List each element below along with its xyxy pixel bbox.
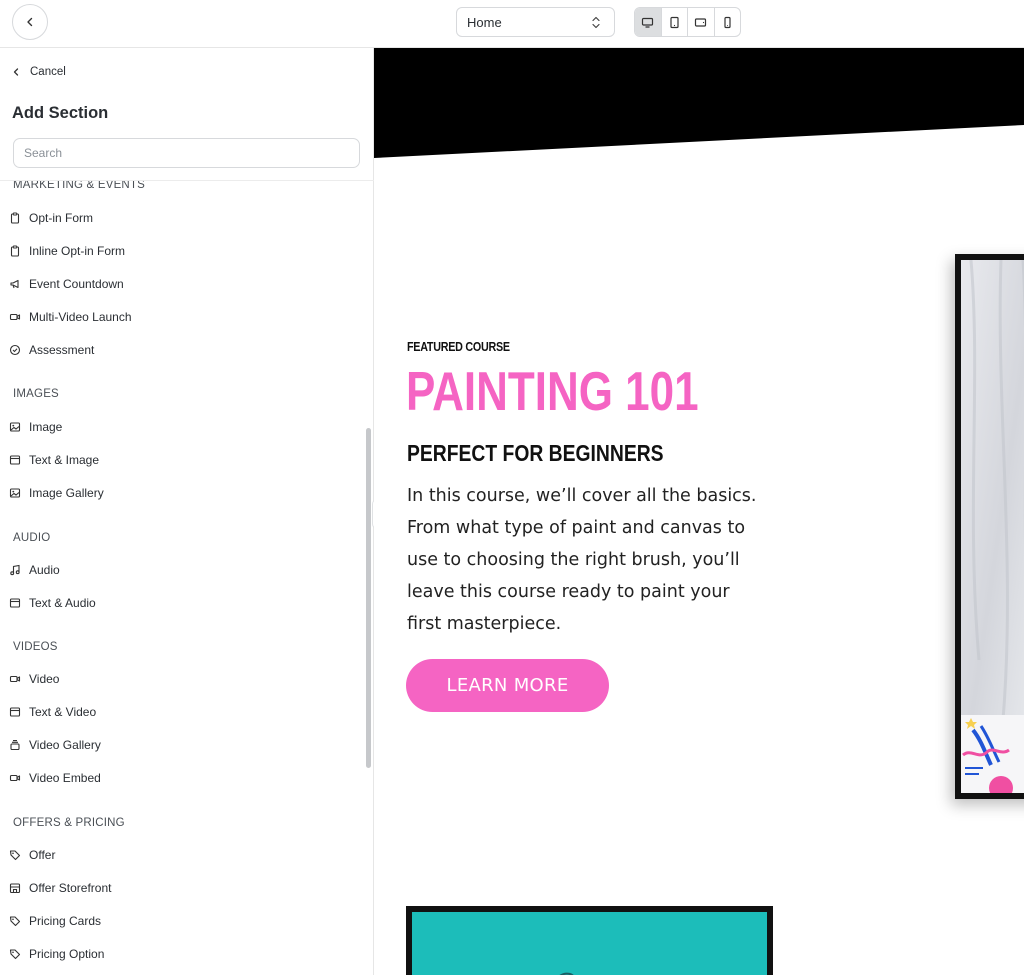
section-item[interactable]: Text & Video xyxy=(9,702,96,722)
image-icon xyxy=(9,487,21,499)
video-camera-icon xyxy=(9,311,21,323)
clipboard-icon xyxy=(9,212,21,224)
description-line: From what type of paint and canvas to xyxy=(407,518,746,538)
section-item[interactable]: Image xyxy=(9,417,62,437)
section-item[interactable]: Video Embed xyxy=(9,768,101,788)
section-item-label: Opt-in Form xyxy=(29,211,94,225)
section-item[interactable]: Pricing Option xyxy=(9,944,104,964)
page-select-value: Home xyxy=(467,14,502,30)
description-line: leave this course ready to paint your xyxy=(407,582,730,602)
desktop-view-button[interactable] xyxy=(635,8,661,36)
scrollbar-thumb[interactable] xyxy=(366,428,371,768)
back-button[interactable] xyxy=(12,4,48,40)
section-item-label: Offer Storefront xyxy=(29,881,112,895)
section-item[interactable]: Text & Image xyxy=(9,450,99,470)
section-item[interactable]: Multi-Video Launch xyxy=(9,307,132,327)
section-item[interactable]: Offer xyxy=(9,845,55,865)
layout-icon xyxy=(9,597,21,609)
tag-icon xyxy=(9,849,21,861)
section-item-label: Event Countdown xyxy=(29,277,124,291)
section-item-label: Audio xyxy=(29,563,60,577)
desktop-icon xyxy=(642,17,654,28)
clipboard-icon xyxy=(9,245,21,257)
layout-icon xyxy=(9,454,21,466)
learn-more-button[interactable]: LEARN MORE xyxy=(406,659,609,712)
sidebar-title: Add Section xyxy=(12,104,109,122)
add-section-sidebar: Cancel Add Section MARKETING & EVENTS Opt… xyxy=(0,48,374,975)
teal-course-image xyxy=(406,906,773,975)
section-item-label: Image Gallery xyxy=(29,486,104,500)
storefront-icon xyxy=(9,882,21,894)
cancel-label: Cancel xyxy=(30,66,66,78)
course-subtitle: PERFECT FOR BEGINNERS xyxy=(407,440,664,466)
section-item[interactable]: Pricing Cards xyxy=(9,911,101,931)
video-camera-icon xyxy=(9,772,21,784)
stack-icon xyxy=(9,739,21,751)
category-heading: VIDEOS xyxy=(13,641,58,653)
section-item[interactable]: Assessment xyxy=(9,340,94,360)
tablet-landscape-view-button[interactable] xyxy=(687,8,714,36)
section-item-label: Text & Audio xyxy=(29,596,96,610)
course-title: PAINTING 101 xyxy=(406,360,699,422)
section-item-label: Text & Image xyxy=(29,453,100,467)
hero-painting-image xyxy=(955,254,1024,799)
chevron-left-icon xyxy=(27,17,33,27)
search-input[interactable] xyxy=(13,138,360,168)
description-line: use to choosing the right brush, you’ll xyxy=(407,550,740,570)
mobile-view-button[interactable] xyxy=(713,8,741,36)
layout-icon xyxy=(9,706,21,718)
category-heading: IMAGES xyxy=(13,388,59,400)
section-item[interactable]: Image Gallery xyxy=(9,483,104,503)
page-preview: FEATURED COURSE PAINTING 101 PERFECT FOR… xyxy=(374,48,1024,975)
chevron-left-icon xyxy=(13,68,19,76)
image-icon xyxy=(9,421,21,433)
section-item-label: Pricing Cards xyxy=(29,914,102,928)
description-line: In this course, we’ll cover all the basi… xyxy=(407,486,757,506)
section-item[interactable]: Inline Opt-in Form xyxy=(9,241,125,261)
section-item-label: Text & Video xyxy=(29,705,97,719)
section-item[interactable]: Audio xyxy=(9,560,60,580)
section-item[interactable]: Offer Storefront xyxy=(9,878,111,898)
section-item-label: Image xyxy=(29,420,63,434)
tablet-portrait-view-button[interactable] xyxy=(660,8,688,36)
page-select[interactable]: Home xyxy=(456,7,615,37)
tablet-landscape-icon xyxy=(695,17,707,27)
description-line: first masterpiece. xyxy=(407,614,562,634)
section-item[interactable]: Video Gallery xyxy=(9,735,101,755)
select-arrows-icon xyxy=(592,16,600,29)
music-note-icon xyxy=(9,564,21,576)
video-camera-icon xyxy=(9,673,21,685)
painting-illustration xyxy=(961,260,1024,793)
section-item-label: Assessment xyxy=(29,343,95,357)
section-item-label: Video xyxy=(29,672,60,686)
section-item-label: Video Gallery xyxy=(29,738,101,752)
megaphone-icon xyxy=(9,278,21,290)
category-heading: AUDIO xyxy=(13,532,51,544)
check-badge-icon xyxy=(9,344,21,356)
cancel-button[interactable]: Cancel xyxy=(12,64,66,80)
section-item[interactable]: Opt-in Form xyxy=(9,208,93,228)
section-item[interactable]: Video xyxy=(9,669,59,689)
featured-eyebrow: FEATURED COURSE xyxy=(407,340,510,354)
section-list: MARKETING & EVENTS Opt-in Form Inline Opt-… xyxy=(0,181,362,975)
teal-illustration xyxy=(412,912,767,975)
section-item-label: Pricing Option xyxy=(29,947,105,961)
section-item[interactable]: Text & Audio xyxy=(9,593,96,613)
device-toggle xyxy=(634,7,741,37)
course-description: In this course, we’ll cover all the basi… xyxy=(407,480,777,640)
section-item-label: Multi-Video Launch xyxy=(29,310,132,324)
mobile-icon xyxy=(724,16,731,28)
section-item-label: Inline Opt-in Form xyxy=(29,244,126,258)
section-item[interactable]: Event Countdown xyxy=(9,274,124,294)
section-item-label: Offer xyxy=(29,848,56,862)
sidebar-scrollbar[interactable] xyxy=(363,181,374,975)
category-heading: OFFERS & PRICING xyxy=(13,817,125,829)
top-bar: Home xyxy=(0,0,1024,48)
category-heading: MARKETING & EVENTS xyxy=(13,181,146,191)
tag-icon xyxy=(9,948,21,960)
hero-black-band xyxy=(374,48,1024,158)
section-item-label: Video Embed xyxy=(29,771,101,785)
tablet-portrait-icon xyxy=(670,16,679,28)
tag-icon xyxy=(9,915,21,927)
